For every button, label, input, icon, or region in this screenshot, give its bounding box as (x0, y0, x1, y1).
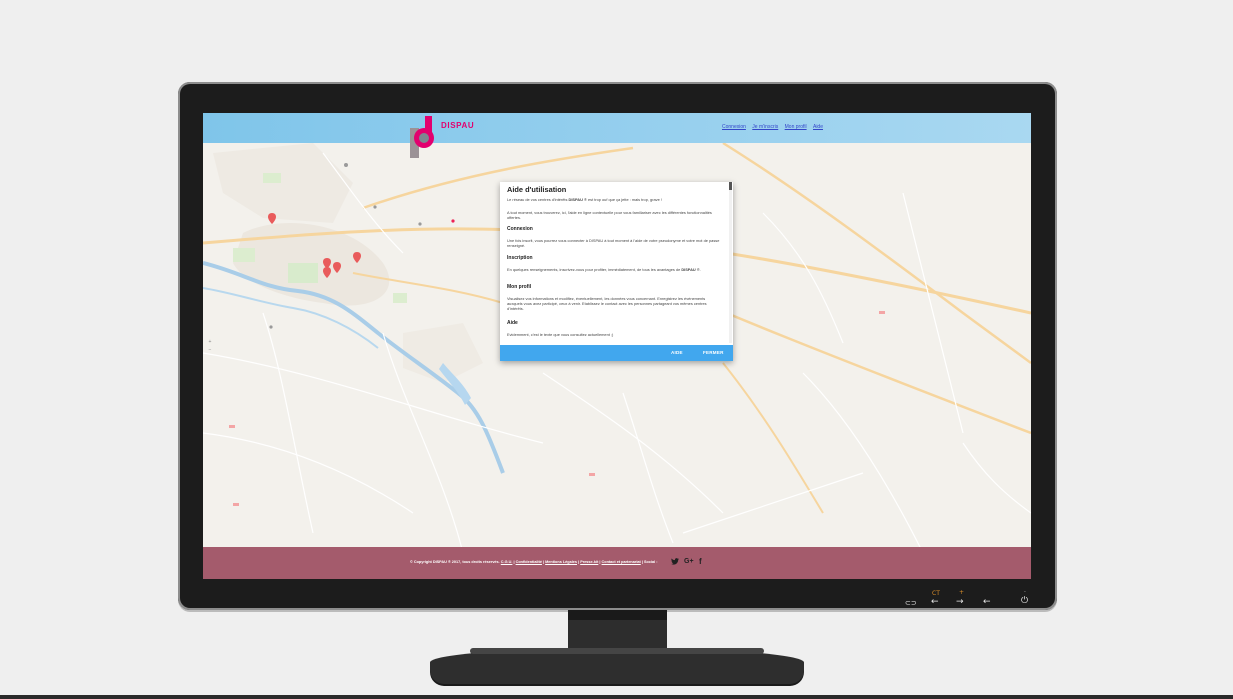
footer-link-mentions[interactable]: Mentions Légales (545, 560, 577, 564)
section-text: Une fois inscrit, vous pourrez vous conn… (507, 238, 720, 249)
section-heading: Aide (507, 320, 518, 326)
site-footer: © Copyright DISPAU ® 2017, tous droits r… (203, 547, 1031, 579)
brand-name: DISPAU (441, 121, 475, 130)
help-dialog: Aide d'utilisation Le réseau de vos cent… (500, 182, 733, 361)
dialog-intro: Le réseau de vos centres d'intérêts DISP… (507, 197, 662, 202)
section-heading: Inscription (507, 255, 533, 261)
monitor-power-button[interactable]: ⏻ (1021, 597, 1028, 606)
nav-profil[interactable]: Mon profil (785, 124, 807, 130)
zoom-out-button[interactable]: − (207, 346, 213, 354)
monitor-source-button[interactable]: ⊂⊃ (905, 599, 917, 608)
google-plus-icon[interactable]: G+ (684, 557, 694, 567)
dialog-title: Aide d'utilisation (507, 185, 567, 194)
nav-aide[interactable]: Aide (813, 124, 823, 130)
dialog-intro-2: A tout moment, vous trouverez, ici, l'ai… (507, 210, 712, 221)
monitor-neck-shadow (568, 610, 667, 620)
footer-link-contact[interactable]: Contact et partenariat (602, 560, 641, 564)
desk-floor (0, 695, 1233, 699)
dialog-scrollbar-thumb[interactable] (729, 182, 732, 190)
nav-inscription[interactable]: Je m'inscris (752, 124, 778, 130)
fermer-button[interactable]: FERMER (703, 350, 724, 355)
footer-social-label: Social : (643, 560, 658, 564)
monitor-screen: + − DISPAU Connexion Je m'inscris Mon pr… (203, 113, 1031, 579)
help-dialog-body[interactable]: Aide d'utilisation Le réseau de vos cent… (500, 182, 728, 343)
map-zoom-control[interactable]: + − (207, 338, 213, 354)
top-nav: Connexion Je m'inscris Mon profil Aide (717, 124, 823, 130)
section-text: Evidemment, c'est le texte que vous cons… (507, 332, 614, 337)
footer-link-cgu[interactable]: C.G.U. (501, 560, 513, 564)
aide-button[interactable]: AIDE (671, 350, 683, 355)
monitor-right-button[interactable]: → (956, 598, 964, 607)
dispau-logo[interactable] (410, 116, 438, 158)
nav-connexion[interactable]: Connexion (722, 124, 746, 130)
monitor-base-highlight (470, 648, 764, 654)
dialog-footer: AIDE FERMER (500, 345, 733, 361)
footer-text: © Copyright DISPAU ® 2017, tous droits r… (410, 560, 658, 564)
section-text: Visualisez vos informations et modifiez,… (507, 296, 707, 312)
section-heading: Connexion (507, 226, 533, 232)
copyright: © Copyright DISPAU ® 2017, tous droits r… (410, 560, 500, 564)
footer-link-confidentialite[interactable]: Confidentialité (516, 560, 542, 564)
monitor-label: + (959, 589, 965, 596)
site-header: DISPAU Connexion Je m'inscris Mon profil… (203, 113, 1031, 158)
facebook-icon[interactable]: f (699, 557, 702, 567)
twitter-icon[interactable] (671, 558, 679, 565)
zoom-in-button[interactable]: + (207, 338, 213, 346)
section-heading: Mon profil (507, 284, 532, 290)
monitor-left-button[interactable]: ← (931, 598, 939, 607)
dialog-scrollbar[interactable] (729, 182, 732, 343)
monitor-back-button[interactable]: ← (983, 598, 991, 607)
section-text: En quelques renseignements, inscrivez-vo… (507, 267, 701, 272)
footer-link-presse[interactable]: Presse-kit (580, 560, 598, 564)
